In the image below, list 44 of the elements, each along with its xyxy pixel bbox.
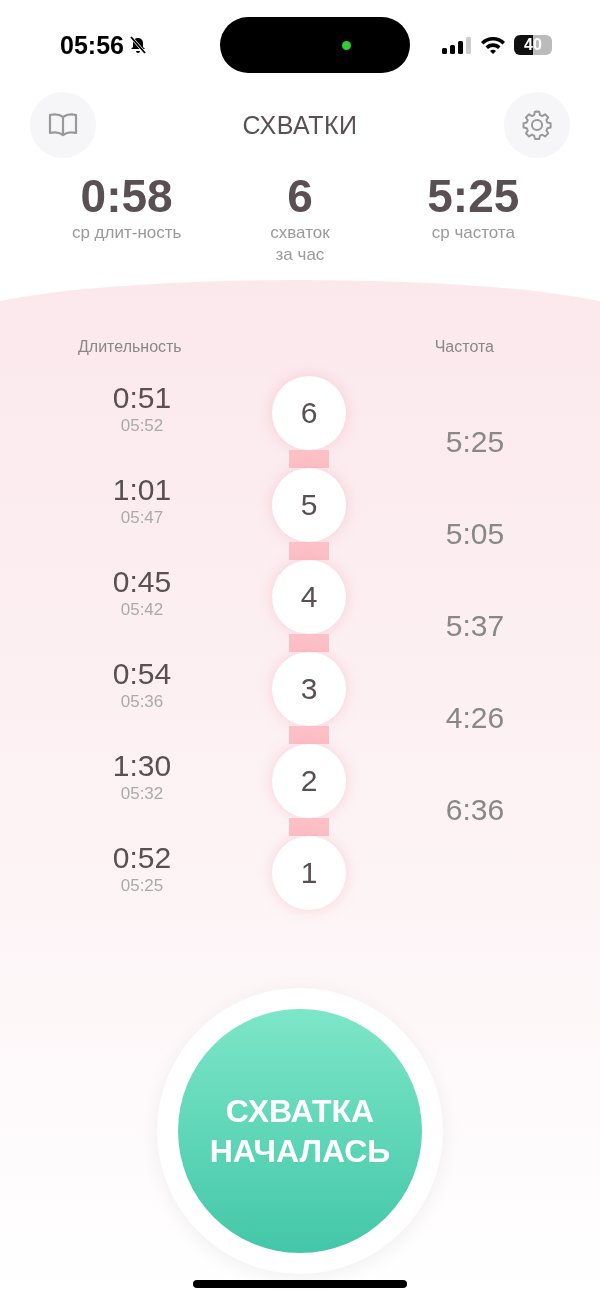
wifi-icon bbox=[480, 35, 506, 55]
start-time: 05:52 bbox=[120, 416, 164, 436]
frequency-value: 5:05 bbox=[445, 516, 505, 552]
duration-value: 0:52 bbox=[112, 840, 172, 876]
start-time: 05:47 bbox=[120, 508, 164, 528]
status-time: 05:56 bbox=[60, 30, 124, 60]
duration-value: 0:51 bbox=[112, 380, 172, 416]
connector bbox=[289, 726, 329, 744]
connector bbox=[289, 634, 329, 652]
stat-label: ср частота bbox=[431, 222, 515, 244]
stat-value: 5:25 bbox=[427, 170, 520, 222]
duration-value: 1:30 bbox=[112, 748, 172, 784]
frequency-value: 6:36 bbox=[445, 792, 505, 828]
connector bbox=[289, 542, 329, 560]
book-icon bbox=[48, 112, 78, 138]
frequency-value: 5:25 bbox=[445, 424, 505, 460]
start-time: 05:36 bbox=[120, 692, 164, 712]
frequency-value: 5:37 bbox=[445, 608, 505, 644]
duration-value: 0:54 bbox=[112, 656, 172, 692]
screen-title: СХВАТКИ bbox=[242, 110, 358, 140]
contraction-number: 3 bbox=[272, 652, 346, 726]
start-time: 05:32 bbox=[120, 784, 164, 804]
start-time: 05:42 bbox=[120, 600, 164, 620]
contraction-number: 1 bbox=[272, 836, 346, 910]
column-header: Длительность bbox=[78, 338, 182, 356]
stat-label: схваток за час bbox=[270, 222, 330, 266]
contraction-number: 6 bbox=[272, 376, 346, 450]
stat-value: 6 bbox=[287, 170, 313, 222]
contraction-number: 2 bbox=[272, 744, 346, 818]
duration-value: 0:45 bbox=[112, 564, 172, 600]
settings-icon bbox=[520, 108, 554, 142]
connector bbox=[289, 450, 329, 468]
duration-value: 1:01 bbox=[112, 472, 172, 508]
contraction-number: 4 bbox=[272, 560, 346, 634]
stat-label: ср длит-ность bbox=[71, 222, 182, 244]
battery-indicator: 40 bbox=[514, 35, 552, 55]
start-time: 05:25 bbox=[120, 876, 164, 896]
start-contraction-button[interactable]: СХВАТКА НАЧАЛАСЬ bbox=[178, 1009, 422, 1253]
contraction-number: 5 bbox=[272, 468, 346, 542]
connector bbox=[289, 818, 329, 836]
stat-value: 0:58 bbox=[80, 170, 173, 222]
signal-icon bbox=[442, 35, 472, 55]
frequency-value: 4:26 bbox=[445, 700, 505, 736]
column-header: Частота bbox=[434, 338, 494, 356]
